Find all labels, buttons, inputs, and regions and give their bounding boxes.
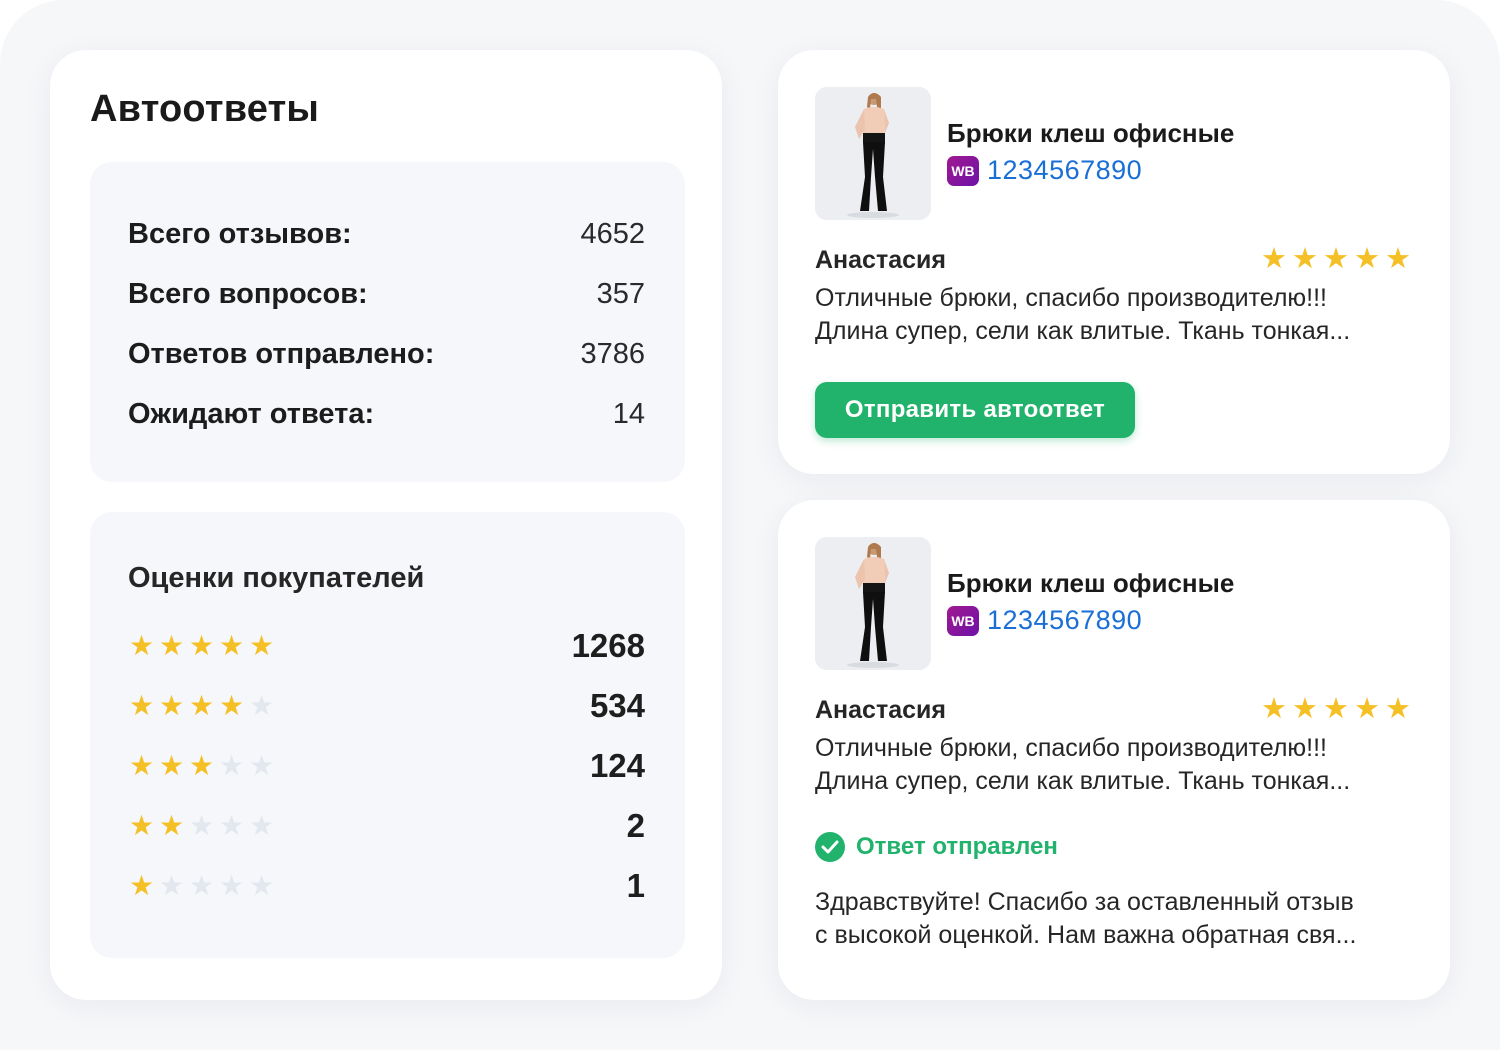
stat-value: 357	[596, 277, 645, 310]
product-photo[interactable]	[815, 537, 931, 670]
reply-sent-label: Ответ отправлен	[856, 833, 1058, 860]
star-filled-icon: ★	[1385, 243, 1411, 275]
star-filled-icon: ★	[158, 690, 185, 721]
star-filled-icon: ★	[128, 630, 155, 661]
review-card: Брюки клеш офисные WB 1234567890 Анастас…	[778, 50, 1450, 474]
review-text-line: Отличные брюки, спасибо производителю!!!	[815, 734, 1327, 762]
star-filled-icon: ★	[158, 810, 185, 841]
rating-count: 1268	[571, 627, 645, 664]
rating-count: 1	[626, 867, 645, 904]
star-rating: ★ ★ ★ ★ ★	[128, 752, 275, 780]
star-empty-icon: ★	[218, 750, 245, 781]
star-filled-icon: ★	[1323, 693, 1349, 725]
stat-awaiting-reply: Ожидают ответа: 14	[128, 394, 645, 434]
star-rating: ★ ★ ★ ★ ★	[128, 692, 275, 720]
star-filled-icon: ★	[1292, 693, 1318, 725]
review-text: Отличные брюки, спасибо производителю!!!…	[815, 732, 1415, 798]
star-filled-icon: ★	[218, 690, 245, 721]
star-filled-icon: ★	[128, 870, 155, 901]
rating-count: 124	[589, 747, 645, 784]
autoreplies-card: Автоответы Всего отзывов: 4652 Всего воп…	[50, 50, 722, 1000]
star-filled-icon: ★	[188, 750, 215, 781]
stats-panel: Всего отзывов: 4652 Всего вопросов: 357 …	[90, 162, 685, 482]
star-filled-icon: ★	[128, 690, 155, 721]
rating-row-2: ★ ★ ★ ★ ★ 2	[128, 806, 645, 846]
review-text-line: Длина супер, сели как влитые. Ткань тонк…	[815, 767, 1351, 795]
star-filled-icon: ★	[128, 750, 155, 781]
star-empty-icon: ★	[248, 870, 275, 901]
stat-value: 14	[612, 397, 645, 430]
star-filled-icon: ★	[1354, 693, 1380, 725]
reply-text: Здравствуйте! Спасибо за оставленный отз…	[815, 886, 1425, 952]
rating-count: 534	[589, 687, 645, 724]
product-photo-image	[815, 537, 931, 670]
stat-replies-sent: Ответов отправлено: 3786	[128, 334, 645, 374]
star-empty-icon: ★	[218, 810, 245, 841]
stat-total-questions: Всего вопросов: 357	[128, 274, 645, 314]
rating-row-3: ★ ★ ★ ★ ★ 124	[128, 746, 645, 786]
star-filled-icon: ★	[248, 630, 275, 661]
star-empty-icon: ★	[248, 810, 275, 841]
star-filled-icon: ★	[1385, 693, 1411, 725]
stat-label: Ожидают ответа:	[128, 397, 375, 430]
sku-link[interactable]: 1234567890	[987, 605, 1142, 636]
star-filled-icon: ★	[188, 630, 215, 661]
star-empty-icon: ★	[218, 870, 245, 901]
stat-value: 3786	[580, 337, 645, 370]
ratings-panel: Оценки покупателей ★ ★ ★ ★ ★ 1268 ★ ★ ★ ★ ★ 534 …	[90, 512, 685, 958]
star-empty-icon: ★	[188, 810, 215, 841]
reviewer-name: Анастасия	[815, 246, 946, 274]
star-filled-icon: ★	[1261, 693, 1287, 725]
star-empty-icon: ★	[188, 870, 215, 901]
stat-value: 4652	[580, 217, 645, 250]
star-filled-icon: ★	[188, 690, 215, 721]
rating-row-1: ★ ★ ★ ★ ★ 1	[128, 866, 645, 906]
page-title: Автоответы	[90, 88, 320, 130]
star-filled-icon: ★	[158, 750, 185, 781]
reply-text-line: Здравствуйте! Спасибо за оставленный отз…	[815, 888, 1354, 916]
product-name[interactable]: Брюки клеш офисные	[947, 568, 1234, 599]
ratings-title: Оценки покупателей	[128, 562, 425, 594]
star-rating: ★ ★ ★ ★ ★	[128, 872, 275, 900]
review-card: Брюки клеш офисные WB 1234567890 Анастас…	[778, 500, 1450, 1000]
sku-row: WB 1234567890	[947, 605, 1142, 636]
review-text-line: Отличные брюки, спасибо производителю!!!	[815, 284, 1327, 312]
product-photo-image	[815, 87, 931, 220]
star-empty-icon: ★	[158, 870, 185, 901]
star-rating: ★ ★ ★ ★ ★	[128, 632, 275, 660]
star-filled-icon: ★	[128, 810, 155, 841]
star-filled-icon: ★	[1354, 243, 1380, 275]
sku-row: WB 1234567890	[947, 155, 1142, 186]
stat-total-reviews: Всего отзывов: 4652	[128, 214, 645, 254]
wb-badge-icon: WB	[947, 155, 979, 186]
product-photo[interactable]	[815, 87, 931, 220]
send-autoreply-button[interactable]: Отправить автоответ	[815, 382, 1135, 438]
stat-label: Ответов отправлено:	[128, 337, 435, 370]
review-text: Отличные брюки, спасибо производителю!!!…	[815, 282, 1415, 348]
wb-badge-icon: WB	[947, 605, 979, 636]
star-filled-icon: ★	[1323, 243, 1349, 275]
check-circle-icon	[815, 832, 845, 862]
rating-count: 2	[626, 807, 645, 844]
star-empty-icon: ★	[248, 690, 275, 721]
rating-row-4: ★ ★ ★ ★ ★ 534	[128, 686, 645, 726]
star-empty-icon: ★	[248, 750, 275, 781]
review-rating: ★ ★ ★ ★ ★	[1260, 693, 1412, 725]
rating-row-5: ★ ★ ★ ★ ★ 1268	[128, 626, 645, 666]
stat-label: Всего отзывов:	[128, 217, 352, 250]
stat-label: Всего вопросов:	[128, 277, 368, 310]
star-filled-icon: ★	[1261, 243, 1287, 275]
star-filled-icon: ★	[218, 630, 245, 661]
sku-link[interactable]: 1234567890	[987, 155, 1142, 186]
product-name[interactable]: Брюки клеш офисные	[947, 118, 1234, 149]
reviewer-name: Анастасия	[815, 696, 946, 724]
reply-text-line: с высокой оценкой. Нам важна обратная св…	[815, 921, 1357, 949]
star-rating: ★ ★ ★ ★ ★	[128, 812, 275, 840]
star-filled-icon: ★	[1292, 243, 1318, 275]
review-text-line: Длина супер, сели как влитые. Ткань тонк…	[815, 317, 1351, 345]
reply-sent-status: Ответ отправлен	[815, 832, 1058, 862]
review-rating: ★ ★ ★ ★ ★	[1260, 243, 1412, 275]
star-filled-icon: ★	[158, 630, 185, 661]
